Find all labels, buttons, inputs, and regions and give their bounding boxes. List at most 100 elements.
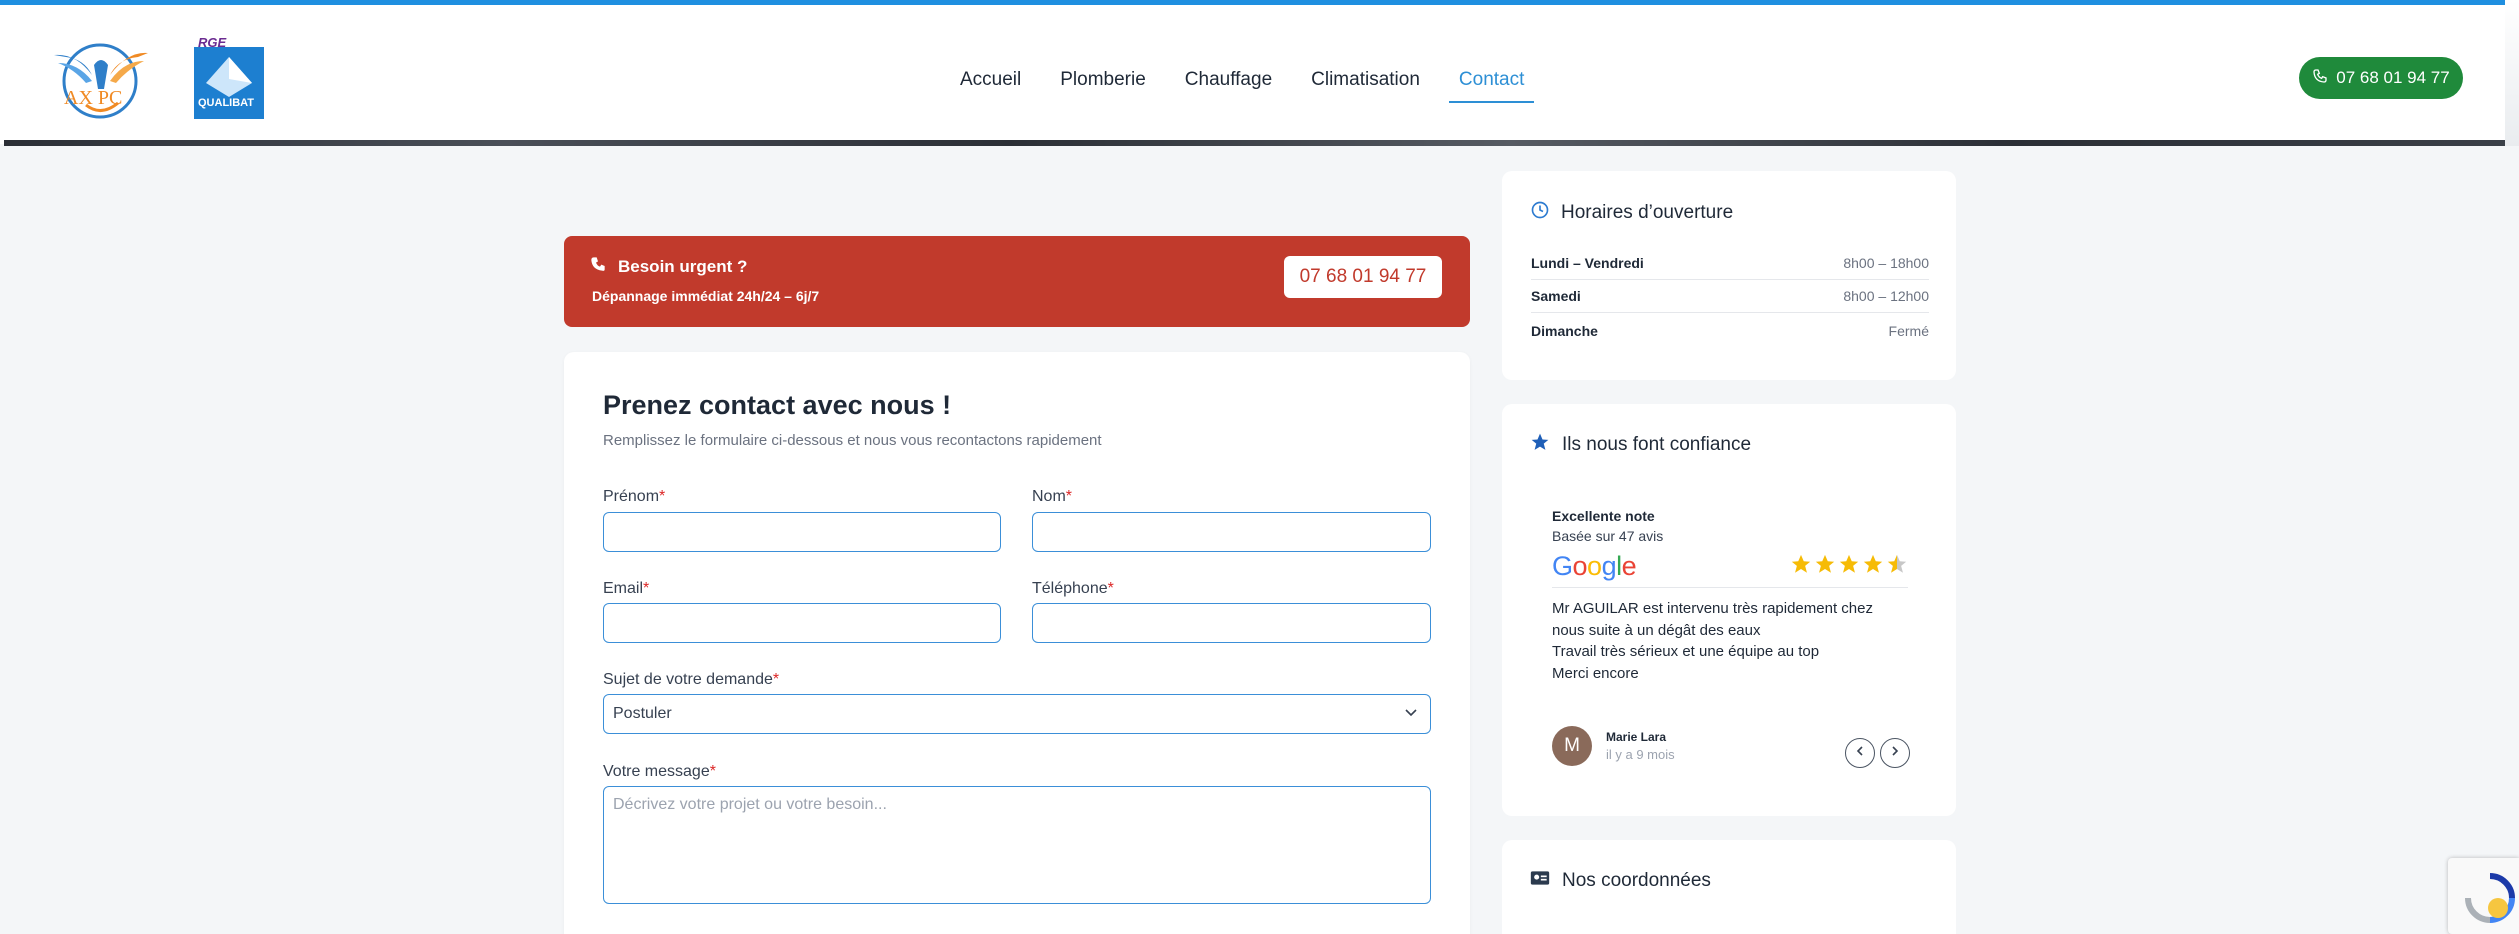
first-name-label: Prénom* xyxy=(603,488,665,506)
email-field[interactable] xyxy=(603,603,1001,643)
hours-day: Lundi – Vendredi xyxy=(1531,255,1644,271)
hours-time: 8h00 – 12h00 xyxy=(1843,288,1929,304)
hours-day: Dimanche xyxy=(1531,322,1598,339)
required-mark: * xyxy=(1065,488,1073,505)
phone-label: Téléphone* xyxy=(1032,580,1114,598)
next-review-button[interactable] xyxy=(1880,738,1910,768)
previous-review-button[interactable] xyxy=(1845,738,1875,768)
last-name-label: Nom* xyxy=(1032,488,1072,506)
google-rating-row: Google xyxy=(1552,550,1908,588)
message-label: Votre message* xyxy=(603,763,716,781)
star-icon xyxy=(1838,553,1860,580)
nav-contact[interactable]: Contact xyxy=(1448,61,1535,103)
google-letter: g xyxy=(1601,551,1617,581)
form-title: Prenez contact avec nous ! xyxy=(603,390,952,420)
first-name-field[interactable] xyxy=(603,512,1001,552)
phone-icon xyxy=(590,256,606,277)
hours-row: Lundi – Vendredi 8h00 – 18h00 xyxy=(1531,247,1929,280)
star-icon xyxy=(1862,553,1884,580)
header-edge-shadow xyxy=(2505,0,2519,146)
hours-day: Samedi xyxy=(1531,288,1581,304)
hero-strip xyxy=(4,140,2516,146)
required-mark: * xyxy=(772,671,780,688)
hours-row: Dimanche Fermé xyxy=(1531,314,1929,347)
review-line: Travail très sérieux et une équipe au to… xyxy=(1552,643,1820,660)
subject-label-text: Sujet de votre demande xyxy=(603,671,773,688)
star-icon xyxy=(1790,553,1812,580)
contact-form-card: Prenez contact avec nous ! Remplissez le… xyxy=(564,352,1470,934)
hours-time: Fermé xyxy=(1888,322,1929,339)
google-letter: o xyxy=(1587,551,1602,581)
message-textarea[interactable]: Décrivez votre projet ou votre besoin... xyxy=(603,786,1431,904)
nav-chauffage[interactable]: Chauffage xyxy=(1175,61,1282,103)
email-label: Email* xyxy=(603,580,649,598)
urgent-subtitle: Dépannage immédiat 24h/24 – 6j/7 xyxy=(592,288,820,304)
chevron-down-icon xyxy=(1404,705,1418,719)
urgent-phone-button[interactable]: 07 68 01 94 77 xyxy=(1284,256,1442,298)
star-icon xyxy=(1886,553,1908,580)
hours-row: Samedi 8h00 – 12h00 xyxy=(1531,280,1929,313)
review-line: Merci encore xyxy=(1552,664,1639,682)
nav-plomberie[interactable]: Plomberie xyxy=(1050,61,1156,103)
recaptcha-badge[interactable] xyxy=(2448,858,2519,934)
reviews-card: Ils nous font confiance Excellente note … xyxy=(1502,404,1956,816)
subject-select[interactable]: Postuler xyxy=(603,694,1431,734)
clock-icon xyxy=(1531,201,1549,225)
last-name-label-text: Nom xyxy=(1032,488,1066,505)
header-phone-button[interactable]: 07 68 01 94 77 xyxy=(2299,57,2463,99)
required-mark: * xyxy=(643,580,650,597)
id-card-icon xyxy=(1530,870,1550,892)
rge-qualibat-badge[interactable]: RGE QUALIBAT xyxy=(192,35,266,119)
email-label-text: Email xyxy=(603,580,644,597)
review-line: nous suite à un dégât des eaux xyxy=(1552,621,1761,639)
opening-hours-card: Horaires d’ouverture Lundi – Vendredi 8h… xyxy=(1502,171,1956,380)
urgent-title-row: Besoin urgent ? xyxy=(590,256,747,277)
rge-label: RGE xyxy=(198,35,227,50)
star-icon xyxy=(1530,432,1550,458)
first-name-label-text: Prénom xyxy=(603,488,660,505)
google-letter: o xyxy=(1572,551,1588,581)
rating-label: Excellente note xyxy=(1552,508,1655,524)
required-mark: * xyxy=(659,488,666,505)
review-carousel-nav xyxy=(1845,738,1910,768)
site-header: AX PC RGE QUALIBAT Accueil Plomberie Cha… xyxy=(0,0,2519,144)
chevron-right-icon xyxy=(1889,744,1901,762)
reviews-title-row: Ils nous font confiance xyxy=(1530,432,1751,458)
review-line: Mr AGUILAR est intervenu très rapidement… xyxy=(1552,600,1873,617)
review-text: Mr AGUILAR est intervenu très rapidement… xyxy=(1552,598,1908,684)
urgent-title: Besoin urgent ? xyxy=(618,256,748,276)
reviews-title: Ils nous font confiance xyxy=(1562,434,1752,455)
star-icon xyxy=(1814,553,1836,580)
phone-label-text: Téléphone xyxy=(1032,580,1108,597)
hours-title: Horaires d’ouverture xyxy=(1561,202,1734,223)
main-nav: Accueil Plomberie Chauffage Climatisatio… xyxy=(950,61,1553,103)
last-name-field[interactable] xyxy=(1032,512,1431,552)
rating-basis: Basée sur 47 avis xyxy=(1552,528,1664,544)
nav-climatisation[interactable]: Climatisation xyxy=(1301,61,1430,103)
review-date: il y a 9 mois xyxy=(1606,747,1675,762)
nav-accueil[interactable]: Accueil xyxy=(950,61,1031,103)
google-logo: Google xyxy=(1552,551,1637,582)
review-author: M Marie Lara il y a 9 mois xyxy=(1552,726,1675,766)
author-name: Marie Lara xyxy=(1606,730,1667,744)
hours-title-row: Horaires d’ouverture xyxy=(1531,201,1733,225)
avatar: M xyxy=(1552,726,1592,766)
message-label-text: Votre message xyxy=(603,763,710,780)
header-phone-number: 07 68 01 94 77 xyxy=(2336,68,2450,87)
subject-selected-value: Postuler xyxy=(613,705,672,722)
required-mark: * xyxy=(709,763,716,780)
urgent-banner: Besoin urgent ? Dépannage immédiat 24h/2… xyxy=(564,236,1470,327)
google-letter: e xyxy=(1621,551,1637,581)
contact-title: Nos coordonnées xyxy=(1562,870,1711,891)
phone-icon xyxy=(2312,68,2328,89)
rating-stars xyxy=(1790,553,1908,580)
subject-label: Sujet de votre demande* xyxy=(603,671,779,689)
axpc-logo-text: AX PC xyxy=(64,87,123,109)
review-widget: Excellente note Basée sur 47 avis Google… xyxy=(1552,508,1908,684)
contact-title-row: Nos coordonnées xyxy=(1530,870,1711,892)
contact-info-card: Nos coordonnées xyxy=(1502,840,1956,934)
google-letter: G xyxy=(1552,551,1573,581)
hours-time: 8h00 – 18h00 xyxy=(1843,255,1929,271)
phone-field[interactable] xyxy=(1032,603,1431,643)
form-subtitle: Remplissez le formulaire ci-dessous et n… xyxy=(603,432,1102,449)
